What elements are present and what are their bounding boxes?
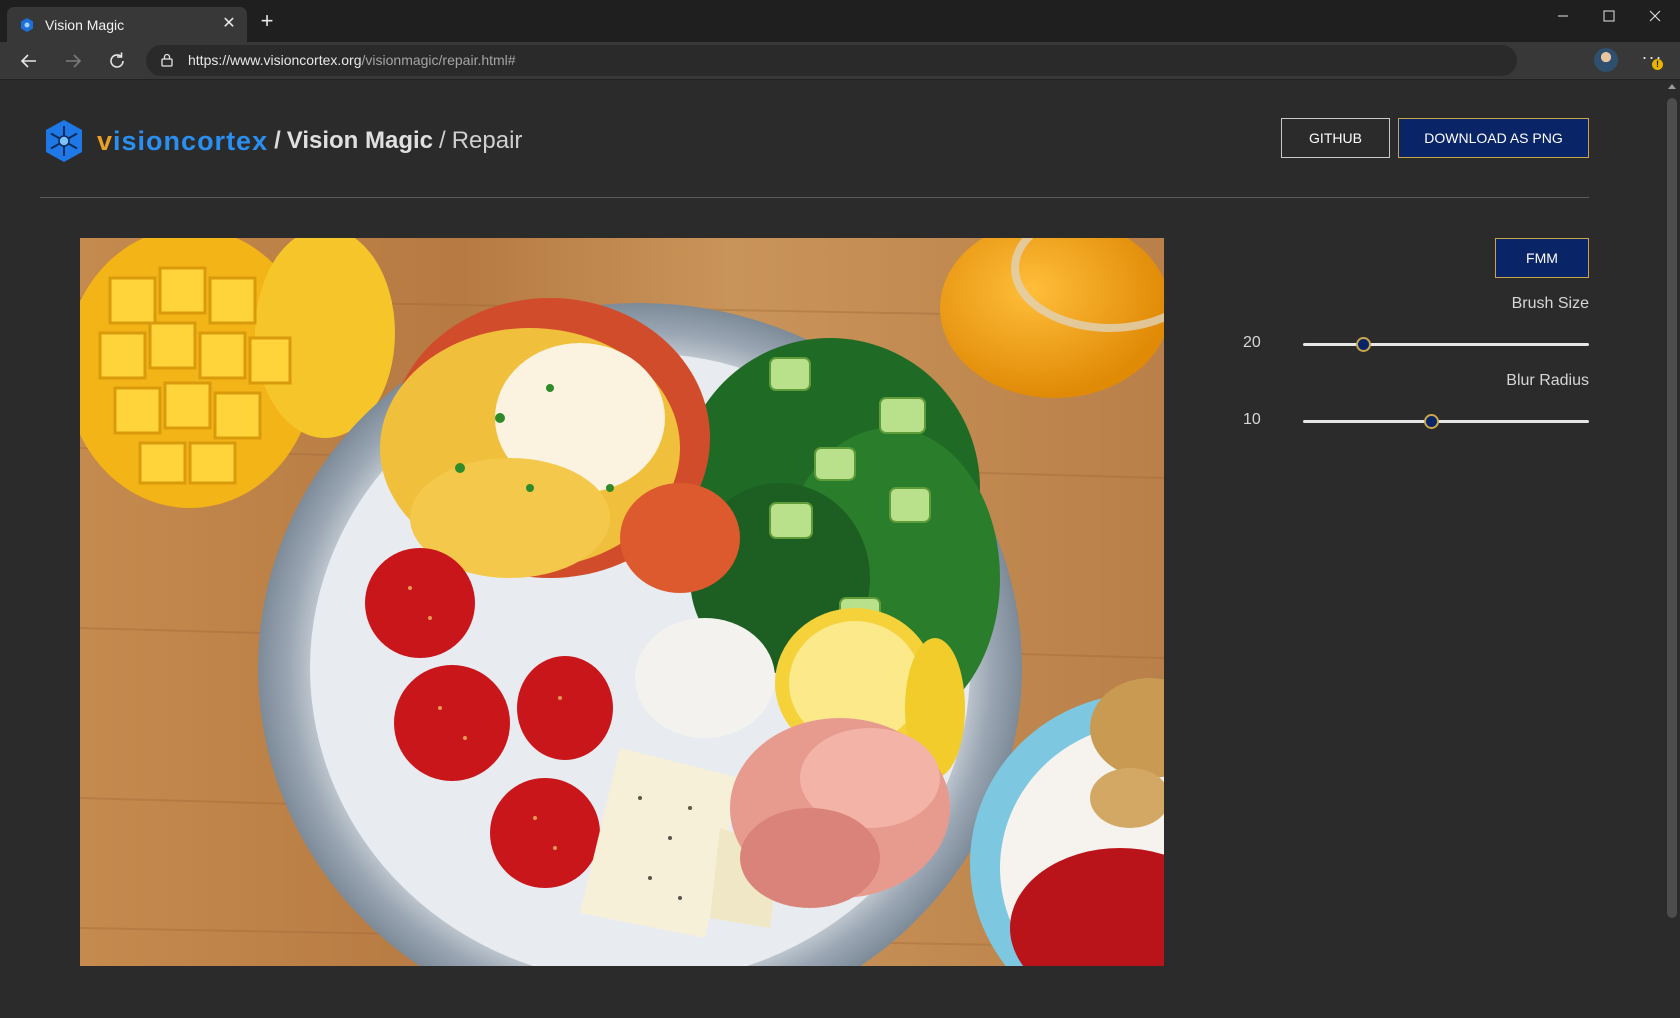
browser-titlebar: Vision Magic ✕ + — [0, 0, 1680, 42]
site-brand[interactable]: vision cortex / Vision Magic / Repair — [43, 118, 522, 164]
new-tab-button[interactable]: + — [255, 10, 279, 34]
breadcrumb-separator: / — [274, 127, 281, 154]
page-scrollbar[interactable] — [1664, 80, 1680, 1018]
visioncortex-favicon-icon — [21, 18, 33, 32]
url-path: /visionmagic/repair.html# — [361, 52, 516, 68]
brand-vision-rest: ision — [113, 125, 182, 156]
reload-icon — [110, 52, 124, 68]
blur-radius-slider-thumb[interactable] — [1424, 414, 1440, 429]
reload-button[interactable] — [102, 46, 132, 76]
lock-icon — [161, 53, 173, 67]
brand-cortex-text: cortex — [181, 125, 269, 156]
blur-radius-label: Blur Radius — [1506, 372, 1589, 389]
profile-avatar[interactable] — [1594, 48, 1618, 72]
scroll-up-icon[interactable] — [1668, 84, 1676, 89]
food-bowl-image — [80, 238, 1164, 966]
browser-tab[interactable]: Vision Magic ✕ — [7, 7, 247, 42]
close-icon — [1649, 10, 1661, 22]
breadcrumb-app-name[interactable]: Vision Magic — [287, 127, 433, 155]
window-minimize-button[interactable] — [1540, 0, 1586, 32]
url-host: https://www.visioncortex.org — [188, 52, 362, 68]
url-text: https://www.visioncortex.org/visionmagic… — [188, 52, 516, 68]
blur-radius-slider-track[interactable] — [1303, 420, 1589, 423]
github-button[interactable]: GITHUB — [1281, 118, 1390, 158]
window-close-button[interactable] — [1632, 0, 1678, 32]
header-divider — [40, 197, 1589, 198]
address-bar[interactable]: https://www.visioncortex.org/visionmagic… — [146, 45, 1517, 76]
window-maximize-button[interactable] — [1586, 0, 1632, 32]
fmm-algorithm-button[interactable]: FMM — [1495, 238, 1589, 278]
minimize-icon — [1558, 15, 1568, 17]
brush-size-value: 20 — [1243, 334, 1261, 351]
breadcrumb-page-name: Repair — [451, 127, 523, 154]
brush-size-label: Brush Size — [1511, 295, 1589, 312]
brush-size-slider[interactable] — [1303, 334, 1589, 354]
menu-warning-badge: ! — [1652, 59, 1663, 70]
back-button[interactable] — [14, 46, 44, 76]
browser-toolbar: https://www.visioncortex.org/visionmagic… — [0, 42, 1680, 80]
tab-title: Vision Magic — [45, 17, 125, 33]
breadcrumb-separator: / — [439, 127, 446, 154]
brand-vision-text: vision — [97, 126, 181, 157]
arrow-left-icon — [20, 54, 36, 68]
brand-v-letter: v — [97, 125, 114, 156]
blur-radius-value: 10 — [1243, 411, 1261, 428]
arrow-right-icon — [66, 54, 82, 68]
download-png-button[interactable]: DOWNLOAD AS PNG — [1398, 118, 1589, 158]
visioncortex-logo-icon — [46, 120, 82, 162]
brush-size-slider-track[interactable] — [1303, 343, 1589, 346]
maximize-icon — [1603, 10, 1615, 22]
repair-canvas[interactable] — [80, 238, 1164, 966]
brush-size-slider-thumb[interactable] — [1355, 337, 1371, 352]
tab-close-icon[interactable]: ✕ — [219, 14, 239, 34]
blur-radius-slider[interactable] — [1303, 411, 1589, 431]
browser-menu-button[interactable]: ··· — [1636, 47, 1668, 73]
forward-button[interactable] — [58, 46, 88, 76]
scroll-thumb[interactable] — [1667, 98, 1677, 918]
